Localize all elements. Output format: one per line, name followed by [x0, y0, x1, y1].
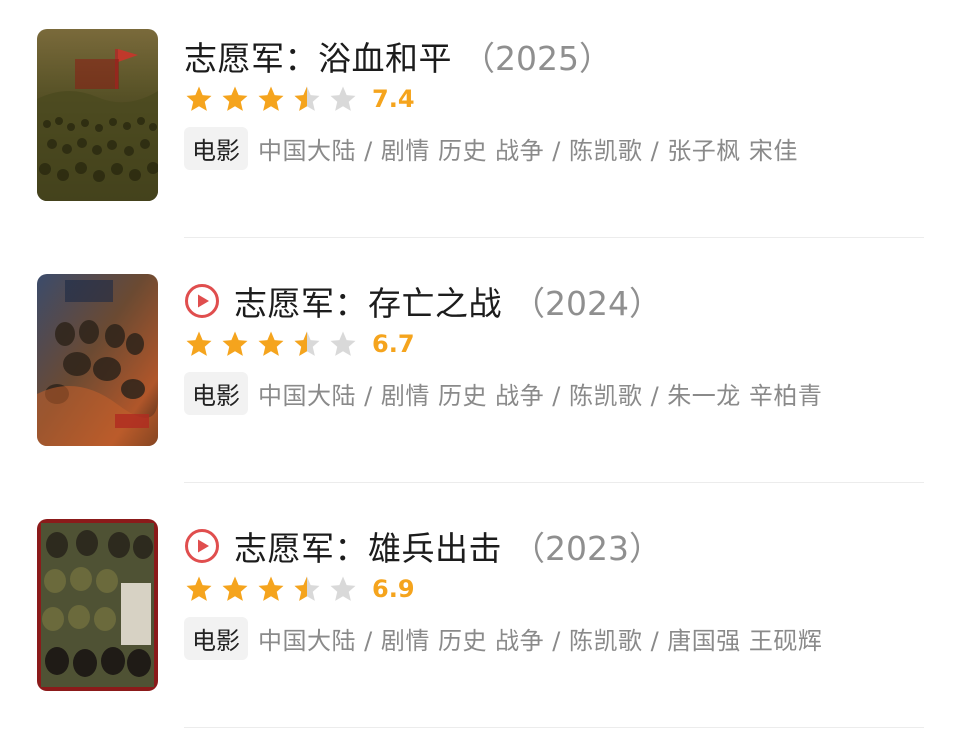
- star-full-icon: [258, 576, 284, 601]
- movie-list-item[interactable]: 志愿军：浴血和平 （2025） 7.4 电影 中国大陆 / 剧情 历史 战争 /…: [0, 0, 960, 244]
- movie-list-item[interactable]: 志愿军：存亡之战 （2024） 6.7 电影 中国大陆 / 剧情 历史 战争 /…: [0, 245, 960, 489]
- rating-score: 7.4: [372, 85, 415, 113]
- rating-row: 6.7: [184, 327, 415, 361]
- movie-result-list: 志愿军：浴血和平 （2025） 7.4 电影 中国大陆 / 剧情 历史 战争 /…: [0, 0, 960, 744]
- movie-title-row[interactable]: 志愿军：雄兵出击 （2023）: [184, 522, 662, 570]
- rating-row: 6.9: [184, 572, 415, 606]
- star-full-icon: [186, 576, 212, 601]
- star-half-icon: [294, 331, 320, 356]
- star-half-icon: [294, 576, 320, 601]
- poster-image: [37, 274, 158, 446]
- movie-meta-text: 中国大陆 / 剧情 历史 战争 / 陈凯歌 / 张子枫 宋佳: [258, 136, 798, 165]
- star-full-icon: [258, 331, 284, 356]
- movie-title[interactable]: 志愿军：存亡之战: [234, 277, 502, 325]
- movie-poster[interactable]: [37, 29, 158, 201]
- rating-score: 6.9: [372, 575, 415, 603]
- movie-poster[interactable]: [37, 519, 158, 691]
- movie-meta-text: 中国大陆 / 剧情 历史 战争 / 陈凯歌 / 唐国强 王砚辉: [258, 626, 823, 655]
- star-rating: [184, 329, 364, 359]
- movie-title[interactable]: 志愿军：雄兵出击: [234, 522, 502, 570]
- star-empty-icon: [330, 331, 356, 356]
- movie-meta-row: 电影 中国大陆 / 剧情 历史 战争 / 陈凯歌 / 唐国强 王砚辉: [184, 616, 823, 660]
- movie-meta-row: 电影 中国大陆 / 剧情 历史 战争 / 陈凯歌 / 张子枫 宋佳: [184, 126, 798, 170]
- star-empty-icon: [330, 576, 356, 601]
- star-full-icon: [186, 86, 212, 111]
- divider: [184, 727, 924, 728]
- movie-meta-text: 中国大陆 / 剧情 历史 战争 / 陈凯歌 / 朱一龙 辛柏青: [258, 381, 823, 410]
- star-rating: [184, 574, 364, 604]
- star-full-icon: [222, 576, 248, 601]
- divider: [184, 237, 924, 238]
- play-circle-icon[interactable]: [184, 528, 220, 564]
- star-empty-icon: [330, 86, 356, 111]
- star-full-icon: [258, 86, 284, 111]
- star-rating: [184, 84, 364, 114]
- movie-title[interactable]: 志愿军：浴血和平: [184, 32, 452, 80]
- divider: [184, 482, 924, 483]
- movie-year: （2023）: [512, 529, 662, 568]
- rating-row: 7.4: [184, 82, 415, 116]
- movie-title-row[interactable]: 志愿军：浴血和平 （2025）: [184, 32, 612, 80]
- movie-year: （2025）: [462, 39, 612, 78]
- rating-score: 6.7: [372, 330, 415, 358]
- star-full-icon: [186, 331, 212, 356]
- star-half-icon: [294, 86, 320, 111]
- type-tag: 电影: [184, 616, 248, 660]
- type-tag: 电影: [184, 371, 248, 415]
- type-tag: 电影: [184, 126, 248, 170]
- movie-year: （2024）: [512, 284, 662, 323]
- movie-list-item[interactable]: 志愿军：雄兵出击 （2023） 6.9 电影 中国大陆 / 剧情 历史 战争 /…: [0, 490, 960, 734]
- movie-poster[interactable]: [37, 274, 158, 446]
- star-full-icon: [222, 331, 248, 356]
- movie-title-row[interactable]: 志愿军：存亡之战 （2024）: [184, 277, 662, 325]
- poster-image: [37, 519, 158, 691]
- star-full-icon: [222, 86, 248, 111]
- movie-meta-row: 电影 中国大陆 / 剧情 历史 战争 / 陈凯歌 / 朱一龙 辛柏青: [184, 371, 823, 415]
- play-circle-icon[interactable]: [184, 283, 220, 319]
- poster-image: [37, 29, 158, 201]
